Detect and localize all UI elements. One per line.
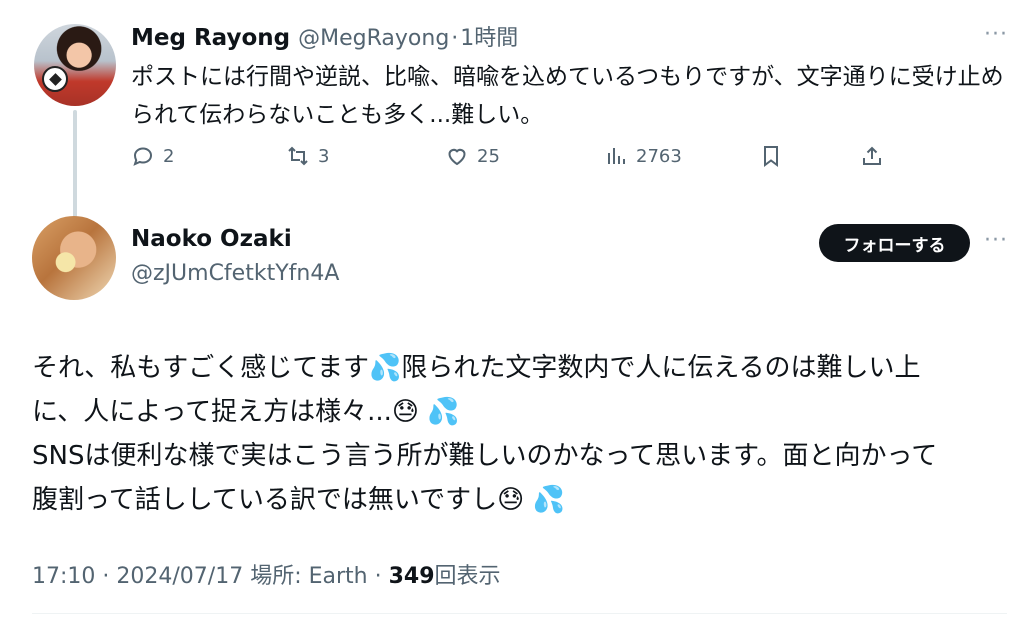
author-name[interactable]: Meg Rayong <box>131 25 290 51</box>
meta-separator: · <box>367 564 389 589</box>
heart-icon <box>448 148 466 166</box>
like-count: 25 <box>477 145 500 167</box>
reply-date[interactable]: 2024/07/17 <box>116 564 243 589</box>
divider <box>32 613 1007 614</box>
reply-text-line: SNSは便利な様で実はこう言う所が難しいのかなって思います。面と向かって <box>32 441 938 471</box>
share-icon <box>863 146 881 165</box>
reply-text-line: 腹割って話ししている訳では無いですし😓 💦 <box>32 485 565 515</box>
views-button[interactable]: 2763 <box>604 138 682 174</box>
reply-metadata: 17:10 · 2024/07/17 場所: Earth · 349回表示 <box>32 558 501 590</box>
comment-icon <box>133 147 153 166</box>
soccer-ball-icon <box>42 66 68 92</box>
bar-chart-icon <box>608 148 625 164</box>
views-count: 2763 <box>636 145 682 167</box>
reply-views-label: 回表示 <box>434 564 501 589</box>
repost-count: 3 <box>318 145 330 167</box>
reply-count: 2 <box>163 145 175 167</box>
header-separator: · <box>451 26 459 51</box>
thread-connector-line <box>73 110 77 218</box>
bookmark-button[interactable] <box>759 138 783 174</box>
like-button[interactable]: 25 <box>445 138 500 174</box>
reply-time[interactable]: 17:10 <box>32 564 95 589</box>
share-button[interactable] <box>860 138 884 174</box>
parent-tweet-header: Meg Rayong @MegRayong · 1時間 <box>131 20 518 52</box>
reply-author-handle[interactable]: @zJUmCfetktYfn4A <box>131 261 339 286</box>
author-handle[interactable]: @MegRayong <box>298 26 449 51</box>
tweet-actions-bar: 2 3 25 2763 <box>131 138 911 174</box>
meta-separator: · <box>95 564 117 589</box>
reply-location: 場所: Earth <box>250 564 368 589</box>
reply-views-count: 349 <box>388 564 435 589</box>
avatar-naoko-ozaki[interactable] <box>32 216 116 300</box>
tweet-thread: Meg Rayong @MegRayong · 1時間 ··· ポストには行間や… <box>0 0 1024 617</box>
follow-button[interactable]: フォローする <box>819 224 970 262</box>
reply-button[interactable]: 2 <box>131 138 174 174</box>
reply-text: それ、私もすごく感じてます💦限られた文字数内で人に伝えるのは難しい上 に、人によ… <box>32 346 1007 522</box>
reply-author-name[interactable]: Naoko Ozaki <box>131 226 292 252</box>
parent-tweet-text: ポストには行間や逆説、比喩、暗喩を込めているつもりですが、文字通りに受け止められ… <box>131 64 1004 128</box>
reply-text-line: それ、私もすごく感じてます💦限られた文字数内で人に伝えるのは難しい上 <box>32 353 921 383</box>
repost-button[interactable]: 3 <box>286 138 329 174</box>
more-options-icon[interactable]: ··· <box>984 228 1008 253</box>
bookmark-icon <box>764 146 778 167</box>
more-options-icon[interactable]: ··· <box>984 22 1008 47</box>
tweet-time[interactable]: 1時間 <box>460 20 518 52</box>
repost-icon <box>288 146 308 166</box>
reply-text-line: に、人によって捉え方は様々...😓 💦 <box>32 397 460 427</box>
avatar-meg-rayong[interactable] <box>34 24 116 106</box>
